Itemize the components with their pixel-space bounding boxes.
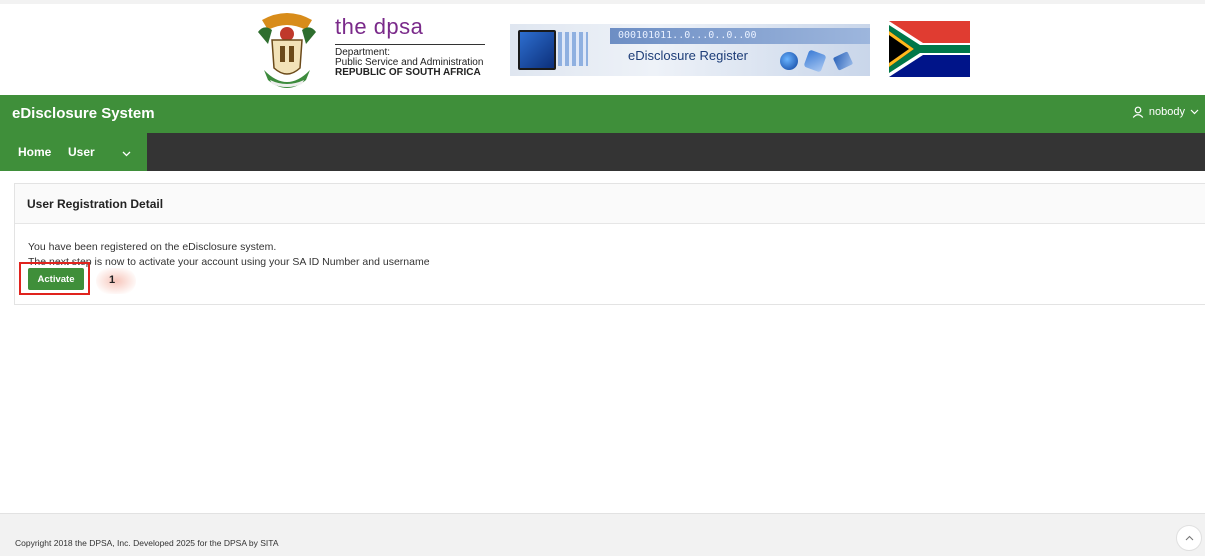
dpsa-title: the dpsa: [335, 14, 424, 39]
register-title: eDisclosure Register: [628, 48, 748, 63]
user-menu[interactable]: nobody: [1132, 106, 1199, 118]
coat-of-arms-logo: [258, 13, 316, 88]
card-header: User Registration Detail: [15, 184, 1205, 224]
dpsa-rule: [335, 44, 485, 45]
south-africa-flag: [889, 21, 970, 77]
app-header: eDisclosure System nobody: [0, 95, 1205, 133]
scroll-to-top-button[interactable]: [1176, 525, 1202, 551]
globe-icon: [780, 52, 798, 70]
app-title[interactable]: eDisclosure System: [12, 105, 155, 122]
computer-monitor-icon: [518, 30, 556, 70]
chevron-down-icon[interactable]: [122, 146, 131, 164]
step-marker-number: 1: [109, 274, 116, 286]
user-registration-card: User Registration Detail You have been r…: [14, 183, 1205, 305]
user-name: nobody: [1148, 106, 1185, 118]
card-title: User Registration Detail: [27, 197, 164, 211]
page-footer: Copyright 2018 the DPSA, Inc. Developed …: [0, 513, 1205, 556]
site-banner: the dpsa Department: Public Service and …: [0, 4, 1205, 95]
main-nav: Home User: [0, 133, 1205, 171]
books-icon: [558, 32, 588, 66]
registration-message: You have been registered on the eDisclos…: [28, 241, 277, 253]
edisclosure-register-banner: 000101011..0...0..0..00 eDisclosure Regi…: [510, 24, 870, 76]
step-marker-badge: [96, 268, 136, 294]
dpsa-country: REPUBLIC OF SOUTH AFRICA: [335, 67, 481, 78]
activate-button[interactable]: Activate: [28, 268, 84, 290]
nav-item-user[interactable]: User: [68, 133, 95, 171]
chevron-up-icon: [1185, 535, 1194, 541]
mouse-icon: [832, 51, 854, 71]
dpsa-logo: the dpsa Department: Public Service and …: [335, 14, 495, 90]
copyright-text: Copyright 2018 the DPSA, Inc. Developed …: [15, 538, 279, 548]
user-icon: [1132, 106, 1144, 118]
chevron-down-icon: [1190, 109, 1199, 115]
pen-icon: [803, 49, 827, 73]
nav-item-home[interactable]: Home: [18, 133, 51, 171]
register-binary-strip: 000101011..0...0..0..00: [610, 28, 870, 44]
